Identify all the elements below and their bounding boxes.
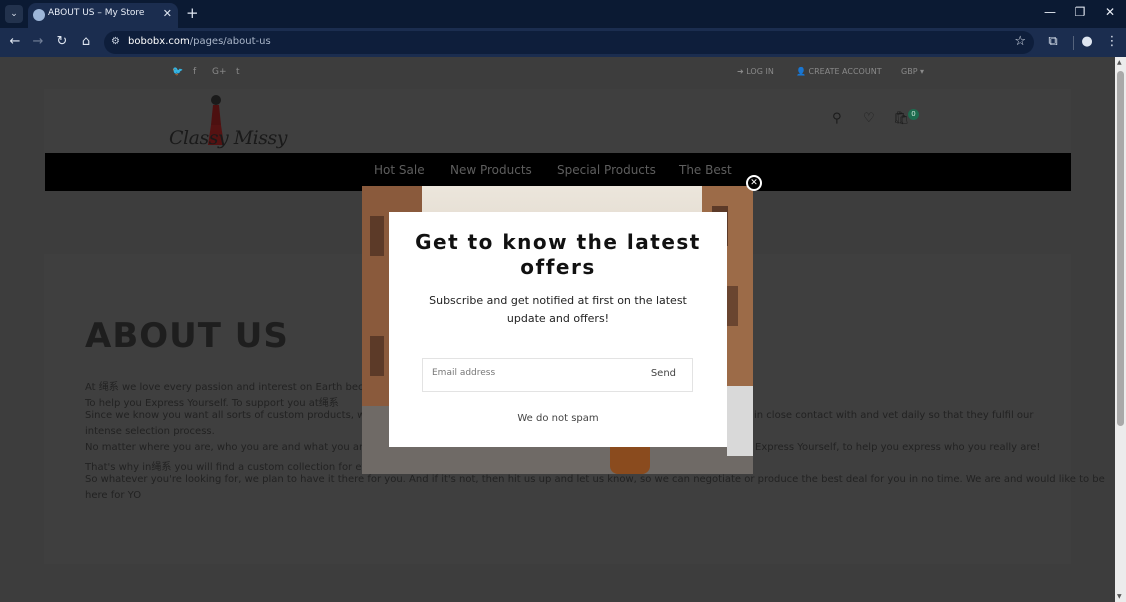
tab-title: ABOUT US – My Store	[48, 8, 145, 18]
facebook-icon[interactable]: f	[193, 67, 196, 77]
menu-item-the-best[interactable]: The Best	[679, 163, 732, 177]
close-icon[interactable]: ✕	[163, 7, 172, 20]
maximize-icon[interactable]: ❐	[1070, 5, 1090, 19]
page-title: ABOUT US	[85, 316, 289, 356]
heart-icon[interactable]: ♡	[863, 111, 875, 126]
logo-text: Classy Missy	[169, 127, 287, 149]
home-icon[interactable]: ⌂	[77, 34, 95, 49]
url-text[interactable]: bobobx.com/pages/about-us	[128, 36, 271, 47]
browser-tab[interactable]: ABOUT US – My Store ✕	[28, 3, 178, 28]
login-link[interactable]: ➜ LOG IN	[737, 67, 774, 76]
page-scrollbar[interactable]: ▲ ▼	[1115, 57, 1126, 602]
body-text-line: So whatever you're looking for, we plan …	[85, 474, 1105, 485]
person-icon[interactable]: ●	[1078, 34, 1096, 49]
menu-item-special-products[interactable]: Special Products	[557, 163, 656, 177]
body-text-fragment: Express Yourself, to help you express wh…	[755, 442, 1041, 453]
scroll-down-icon[interactable]: ▼	[1117, 593, 1122, 600]
email-input[interactable]	[432, 368, 632, 378]
newsletter-popup: Get to know the latest offers Subscribe …	[362, 186, 753, 474]
address-bar[interactable]: ⚙ bobobx.com/pages/about-us ☆	[104, 31, 1034, 54]
body-text-line: To help you Express Yourself. To support…	[85, 398, 339, 409]
site-logo[interactable]: Classy Missy	[169, 95, 289, 153]
plus-icon[interactable]: +	[186, 4, 199, 22]
body-text-line: That's why in绳系 you will find a custom c…	[85, 462, 384, 473]
body-text-line: intense selection process.	[85, 426, 215, 437]
body-text-line: here for YO	[85, 490, 142, 501]
google-plus-icon[interactable]: G+	[212, 67, 227, 77]
reload-icon[interactable]: ↻	[53, 34, 71, 49]
body-text-line: No matter where you are, who you are and…	[85, 442, 385, 453]
cart-count-badge: 0	[908, 109, 919, 120]
scroll-up-icon[interactable]: ▲	[1117, 59, 1122, 66]
page-viewport: 🐦 f G+ t ➜ LOG IN 👤 CREATE ACCOUNT GBP ▾…	[0, 57, 1115, 602]
search-icon[interactable]: ⚲	[832, 111, 842, 126]
toolbar-divider	[1073, 36, 1074, 50]
browser-toolbar: ← → ↻ ⌂ ⚙ bobobx.com/pages/about-us ☆ ⧉ …	[0, 28, 1126, 57]
site-header: Classy Missy ⚲ ♡ 🛍 0	[44, 89, 1071, 153]
popup-card: Get to know the latest offers Subscribe …	[389, 212, 727, 447]
currency-select[interactable]: GBP ▾	[901, 67, 924, 76]
popup-title: Get to know the latest offers	[415, 230, 701, 279]
chevron-down-icon[interactable]: ⌄	[5, 5, 23, 23]
close-window-icon[interactable]: ✕	[1100, 5, 1120, 19]
browser-tab-bar: ⌄ ABOUT US – My Store ✕ + — ❐ ✕	[0, 0, 1126, 28]
menu-item-hot-sale[interactable]: Hot Sale	[374, 163, 425, 177]
close-icon[interactable]: ✕	[746, 175, 762, 191]
scrollbar-thumb[interactable]	[1117, 71, 1124, 426]
newsletter-form: Send	[422, 358, 693, 392]
body-text-line: At 绳系 we love every passion and interest…	[85, 382, 388, 393]
arrow-right-icon[interactable]: →	[29, 34, 47, 49]
twitter-icon[interactable]: 🐦	[172, 67, 183, 77]
body-text-line: Since we know you want all sorts of cust…	[85, 410, 388, 421]
body-text-fragment: in close contact with and vet daily so t…	[754, 410, 1034, 421]
tune-icon[interactable]: ⚙	[111, 36, 120, 47]
menu-item-new-products[interactable]: New Products	[450, 163, 532, 177]
star-icon[interactable]: ☆	[1014, 34, 1026, 49]
tumblr-icon[interactable]: t	[236, 67, 240, 77]
arrow-left-icon[interactable]: ←	[6, 34, 24, 49]
favicon-icon	[33, 9, 45, 21]
send-button[interactable]: Send	[651, 368, 676, 379]
create-account-link[interactable]: 👤 CREATE ACCOUNT	[796, 67, 882, 76]
popup-subtitle: Subscribe and get notified at first on t…	[429, 294, 687, 325]
minimize-icon[interactable]: —	[1040, 5, 1060, 19]
puzzle-icon[interactable]: ⧉	[1044, 34, 1062, 49]
kebab-icon[interactable]: ⋮	[1103, 34, 1121, 49]
no-spam-note: We do not spam	[517, 413, 599, 424]
